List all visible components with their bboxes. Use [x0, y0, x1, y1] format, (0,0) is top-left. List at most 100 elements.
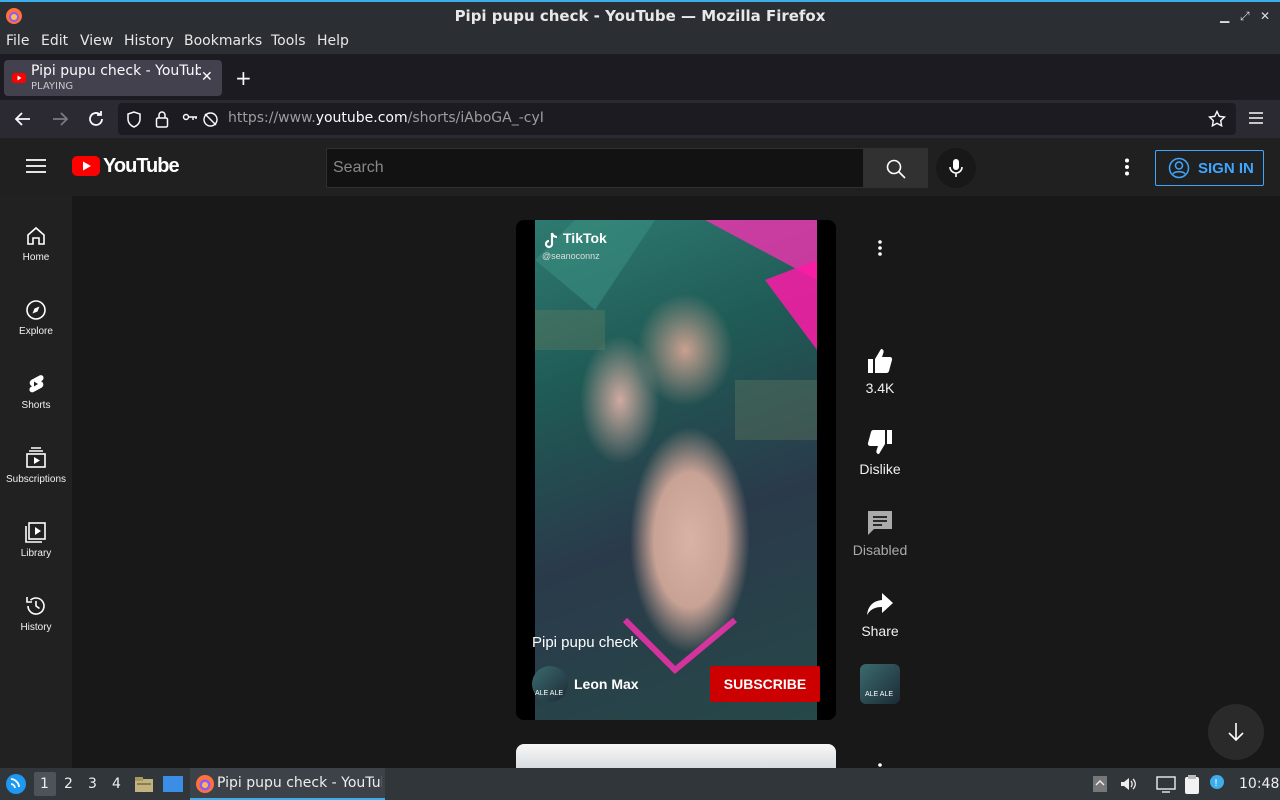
shorts-icon	[24, 372, 48, 396]
comments-label: Disabled	[852, 542, 908, 558]
autoplay-blocked-icon[interactable]	[202, 111, 219, 128]
url-text[interactable]: https://www.youtube.com/shorts/iAboGA_-c…	[228, 110, 544, 126]
maximize-button[interactable]: ⤢	[1240, 9, 1250, 24]
menu-bookmarks[interactable]: Bookmarks	[184, 33, 262, 49]
tiktok-watermark: TikTok	[563, 230, 607, 246]
account-circle-icon	[1168, 157, 1190, 179]
youtube-header: YouTube SIGN IN	[0, 138, 1280, 196]
tab-strip: Pipi pupu check - YouTube PLAYING ✕ +	[0, 54, 1280, 100]
taskbar-firefox-window[interactable]: Pipi pupu check - YouTube — Mozilla Fire…	[190, 768, 385, 800]
youtube-logo-icon[interactable]	[72, 156, 100, 176]
guide-menu-icon[interactable]	[26, 158, 46, 174]
like-count: 3.4K	[865, 380, 895, 396]
workspace-2[interactable]: 2	[64, 776, 73, 792]
menu-edit[interactable]: Edit	[41, 33, 68, 49]
new-tab-button[interactable]: +	[235, 66, 252, 90]
file-manager-icon[interactable]	[134, 774, 154, 794]
search-box[interactable]	[326, 148, 864, 188]
lock-icon[interactable]	[155, 110, 169, 128]
svg-text:!: !	[1214, 778, 1218, 789]
workspace-3[interactable]: 3	[88, 776, 97, 792]
sidebar-item-subscriptions[interactable]: Subscriptions	[0, 438, 72, 512]
next-short-preview[interactable]	[516, 744, 836, 768]
bookmark-star-icon[interactable]	[1208, 110, 1226, 128]
sidebar-item-explore[interactable]: Explore	[0, 290, 72, 364]
url-bar[interactable]: https://www.youtube.com/shorts/iAboGA_-c…	[118, 103, 1236, 135]
app-launcher-icon[interactable]	[5, 773, 27, 795]
youtube-favicon-icon	[12, 73, 26, 83]
menu-history[interactable]: History	[124, 33, 174, 49]
share-button[interactable]: Share	[840, 589, 920, 639]
tracking-protection-shield-icon[interactable]	[126, 111, 142, 128]
tiktok-handle: @seanoconnz	[542, 251, 600, 261]
system-taskbar: 1 2 3 4 Pipi pupu check - YouTube — Mozi…	[0, 768, 1280, 800]
sign-in-button[interactable]: SIGN IN	[1155, 150, 1264, 186]
sidebar-item-label: Library	[20, 548, 52, 559]
permissions-icon[interactable]	[182, 111, 198, 127]
back-button[interactable]	[14, 110, 32, 128]
reload-button[interactable]	[87, 110, 105, 128]
share-icon	[865, 589, 895, 619]
nav-toolbar: https://www.youtube.com/shorts/iAboGA_-c…	[0, 100, 1280, 138]
settings-more-icon[interactable]	[1124, 158, 1130, 176]
menu-tools[interactable]: Tools	[271, 33, 306, 49]
network-icon[interactable]	[1156, 775, 1176, 793]
search-input[interactable]	[327, 149, 863, 187]
short-video-player[interactable]: TikTok @seanoconnz Pipi pupu check ALE A…	[516, 220, 836, 720]
clock[interactable]: 10:48	[1239, 776, 1279, 792]
dislike-button[interactable]: Dislike	[840, 427, 920, 477]
menu-file[interactable]: File	[6, 33, 29, 49]
compass-icon	[24, 298, 48, 322]
app-menu-icon[interactable]	[1248, 111, 1264, 125]
microphone-icon	[949, 158, 963, 178]
dislike-label: Dislike	[859, 461, 901, 477]
tray-up-arrow-icon[interactable]	[1092, 775, 1108, 793]
clipboard-icon[interactable]	[1183, 773, 1201, 795]
short-title[interactable]: Pipi pupu check	[532, 634, 638, 651]
menu-help[interactable]: Help	[317, 33, 349, 49]
forward-button[interactable]	[51, 110, 69, 128]
guide-sidebar: Home Explore Shorts Subscriptions Librar…	[0, 196, 72, 768]
sidebar-item-label: Subscriptions	[5, 474, 67, 485]
channel-avatar[interactable]: ALE ALE	[532, 666, 568, 702]
thumbs-down-icon	[865, 427, 895, 457]
sidebar-item-shorts[interactable]: Shorts	[0, 364, 72, 438]
sidebar-item-label: History	[20, 622, 52, 633]
comments-button[interactable]: Disabled	[840, 508, 920, 558]
sidebar-item-history[interactable]: History	[0, 586, 72, 660]
search-button[interactable]	[864, 148, 928, 188]
library-icon	[24, 520, 48, 544]
sidebar-item-label: Shorts	[21, 400, 51, 411]
comment-icon	[865, 508, 895, 538]
subscribe-button[interactable]: SUBSCRIBE	[710, 666, 820, 702]
desktop-icon[interactable]	[162, 775, 184, 793]
tab-playing-status: PLAYING	[31, 81, 74, 92]
like-button[interactable]: 3.4K	[840, 346, 920, 396]
menu-bar: File Edit View History Bookmarks Tools H…	[0, 30, 1280, 54]
close-window-button[interactable]: ✕	[1260, 9, 1270, 23]
more-actions-icon[interactable]	[877, 240, 883, 256]
minimize-button[interactable]: ▁	[1220, 9, 1229, 23]
remix-thumbnail-text: ALE ALE	[865, 691, 894, 698]
menu-view[interactable]: View	[80, 33, 113, 49]
sign-in-label: SIGN IN	[1198, 160, 1254, 177]
youtube-logo-text[interactable]: YouTube	[103, 155, 180, 178]
sound-remix-thumbnail[interactable]: ALE ALE	[860, 664, 900, 704]
channel-name[interactable]: Leon Max	[574, 676, 639, 692]
voice-search-button[interactable]	[936, 148, 976, 188]
next-short-button[interactable]	[1208, 704, 1264, 760]
sidebar-item-library[interactable]: Library	[0, 512, 72, 586]
tiktok-logo-icon	[543, 232, 559, 250]
sidebar-item-home[interactable]: Home	[0, 216, 72, 290]
history-icon	[24, 594, 48, 618]
tab-youtube[interactable]: Pipi pupu check - YouTube PLAYING ✕	[4, 60, 222, 96]
avatar-text: ALE ALE	[535, 690, 564, 697]
thumbs-up-icon	[865, 346, 895, 376]
arrow-down-icon	[1226, 721, 1246, 743]
close-tab-icon[interactable]: ✕	[201, 69, 213, 85]
workspace-4[interactable]: 4	[112, 776, 121, 792]
volume-icon[interactable]	[1119, 775, 1137, 793]
notifications-icon[interactable]: !	[1209, 774, 1229, 794]
sidebar-item-label: Explore	[19, 326, 53, 337]
workspace-1[interactable]: 1	[40, 776, 49, 792]
